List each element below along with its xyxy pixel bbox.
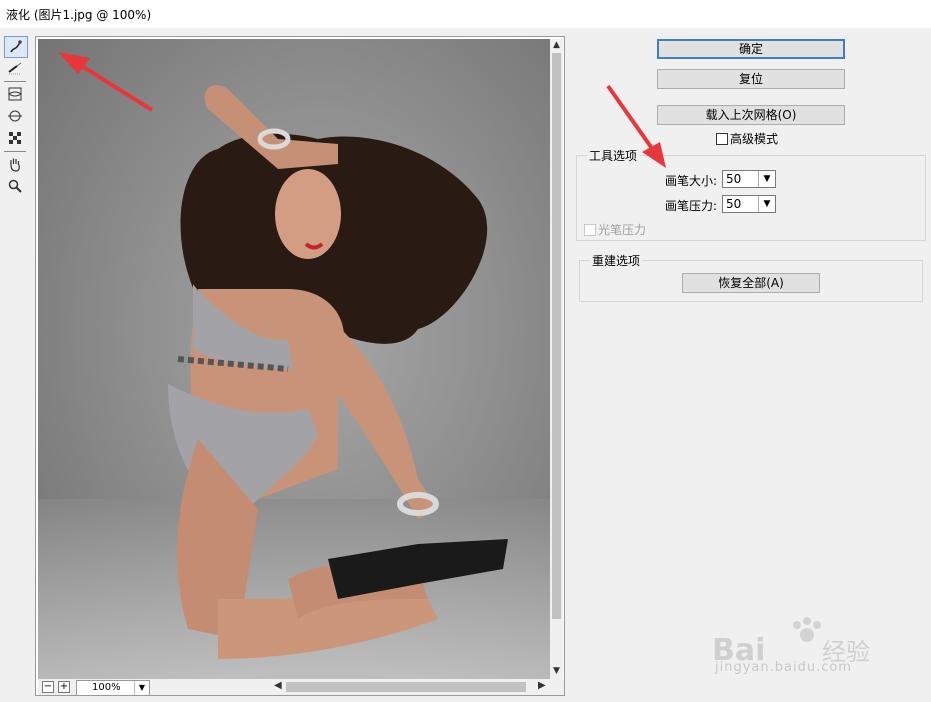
brush-pressure-label: 画笔压力: <box>665 199 718 213</box>
zoom-value: 100% <box>92 682 121 693</box>
chevron-down-icon[interactable]: ▼ <box>758 171 775 187</box>
brush-pressure-value: 50 <box>726 197 742 211</box>
image-canvas[interactable] <box>38 39 550 679</box>
ok-button[interactable]: 确定 <box>657 39 845 59</box>
scroll-up-icon[interactable]: ▲ <box>550 39 563 51</box>
freeze-mask-icon[interactable] <box>4 128 26 148</box>
vertical-scroll-thumb[interactable] <box>552 53 561 619</box>
tool-separator <box>4 151 26 152</box>
chevron-down-icon: ▼ <box>134 681 149 695</box>
tool-separator <box>4 81 26 82</box>
scroll-left-icon[interactable]: ◀ <box>274 680 282 691</box>
watermark-url: jingyan.baidu.com <box>715 660 852 675</box>
stylus-pressure-label: 光笔压力 <box>598 223 647 237</box>
bloat-icon[interactable] <box>4 106 26 126</box>
scroll-right-icon[interactable]: ▶ <box>538 680 546 691</box>
zoom-icon[interactable] <box>4 176 26 196</box>
zoom-select[interactable]: 100% ▼ <box>76 680 150 696</box>
pucker-icon[interactable] <box>4 84 26 104</box>
preview-bottom-bar: − + 100% ▼ ◀ ▶ <box>38 679 564 696</box>
brush-size-value: 50 <box>726 172 742 186</box>
zoom-in-button[interactable]: + <box>58 681 70 693</box>
tool-options-title: 工具选项 <box>587 147 640 164</box>
photo-illustration <box>38 85 550 679</box>
restore-all-button[interactable]: 恢复全部(A) <box>682 273 820 293</box>
reconstruct-icon[interactable] <box>4 58 26 78</box>
brush-size-field[interactable]: 50 ▼ <box>722 170 776 188</box>
brush-pressure-field[interactable]: 50 ▼ <box>722 195 776 213</box>
advanced-mode-label: 高级模式 <box>730 132 779 146</box>
checkbox-box[interactable] <box>716 132 728 145</box>
warp-brush-icon[interactable] <box>4 36 28 58</box>
preview-frame: ▲ ▼ − + 100% ▼ ◀ ▶ <box>35 36 565 696</box>
hand-icon[interactable] <box>4 154 26 174</box>
vertical-scrollbar[interactable]: ▲ ▼ <box>550 39 563 679</box>
reconstruct-options-group: 重建选项 恢复全部(A) <box>579 252 923 302</box>
horizontal-scroll-thumb[interactable] <box>286 682 526 692</box>
brush-size-label: 画笔大小: <box>665 174 718 188</box>
window-title: 液化 (图片1.jpg @ 100%) <box>6 8 152 22</box>
tool-options-group: 工具选项 画笔大小: 50 ▼ 画笔压力: 50 ▼ 光笔压力 <box>576 147 926 241</box>
checkbox-box[interactable] <box>584 223 596 236</box>
stylus-pressure-checkbox[interactable]: 光笔压力 <box>584 221 646 238</box>
load-last-mesh-button[interactable]: 载入上次网格(O) <box>657 105 845 125</box>
title-bar: 液化 (图片1.jpg @ 100%) <box>0 0 931 28</box>
reset-button[interactable]: 复位 <box>657 69 845 89</box>
reconstruct-options-title: 重建选项 <box>590 252 643 269</box>
advanced-mode-checkbox[interactable]: 高级模式 <box>716 130 778 147</box>
scroll-down-icon[interactable]: ▼ <box>550 665 563 677</box>
chevron-down-icon[interactable]: ▼ <box>758 196 775 212</box>
zoom-out-button[interactable]: − <box>42 681 54 693</box>
